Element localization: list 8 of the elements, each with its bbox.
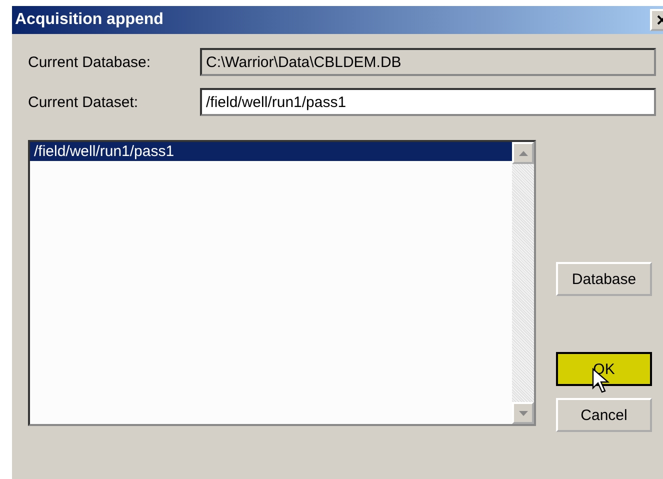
dialog-button[interactable]: Database	[556, 262, 652, 296]
field-label: Current Dataset:	[28, 94, 140, 110]
dialog-button[interactable]: Cancel	[556, 398, 652, 432]
text-field[interactable]: /field/well/run1/pass1	[200, 88, 656, 116]
dataset-list[interactable]: /field/well/run1/pass1	[28, 140, 536, 426]
window-title: Acquisition append	[15, 11, 164, 29]
list-item[interactable]: /field/well/run1/pass1	[30, 142, 512, 161]
field-label: Current Database:	[28, 54, 152, 70]
